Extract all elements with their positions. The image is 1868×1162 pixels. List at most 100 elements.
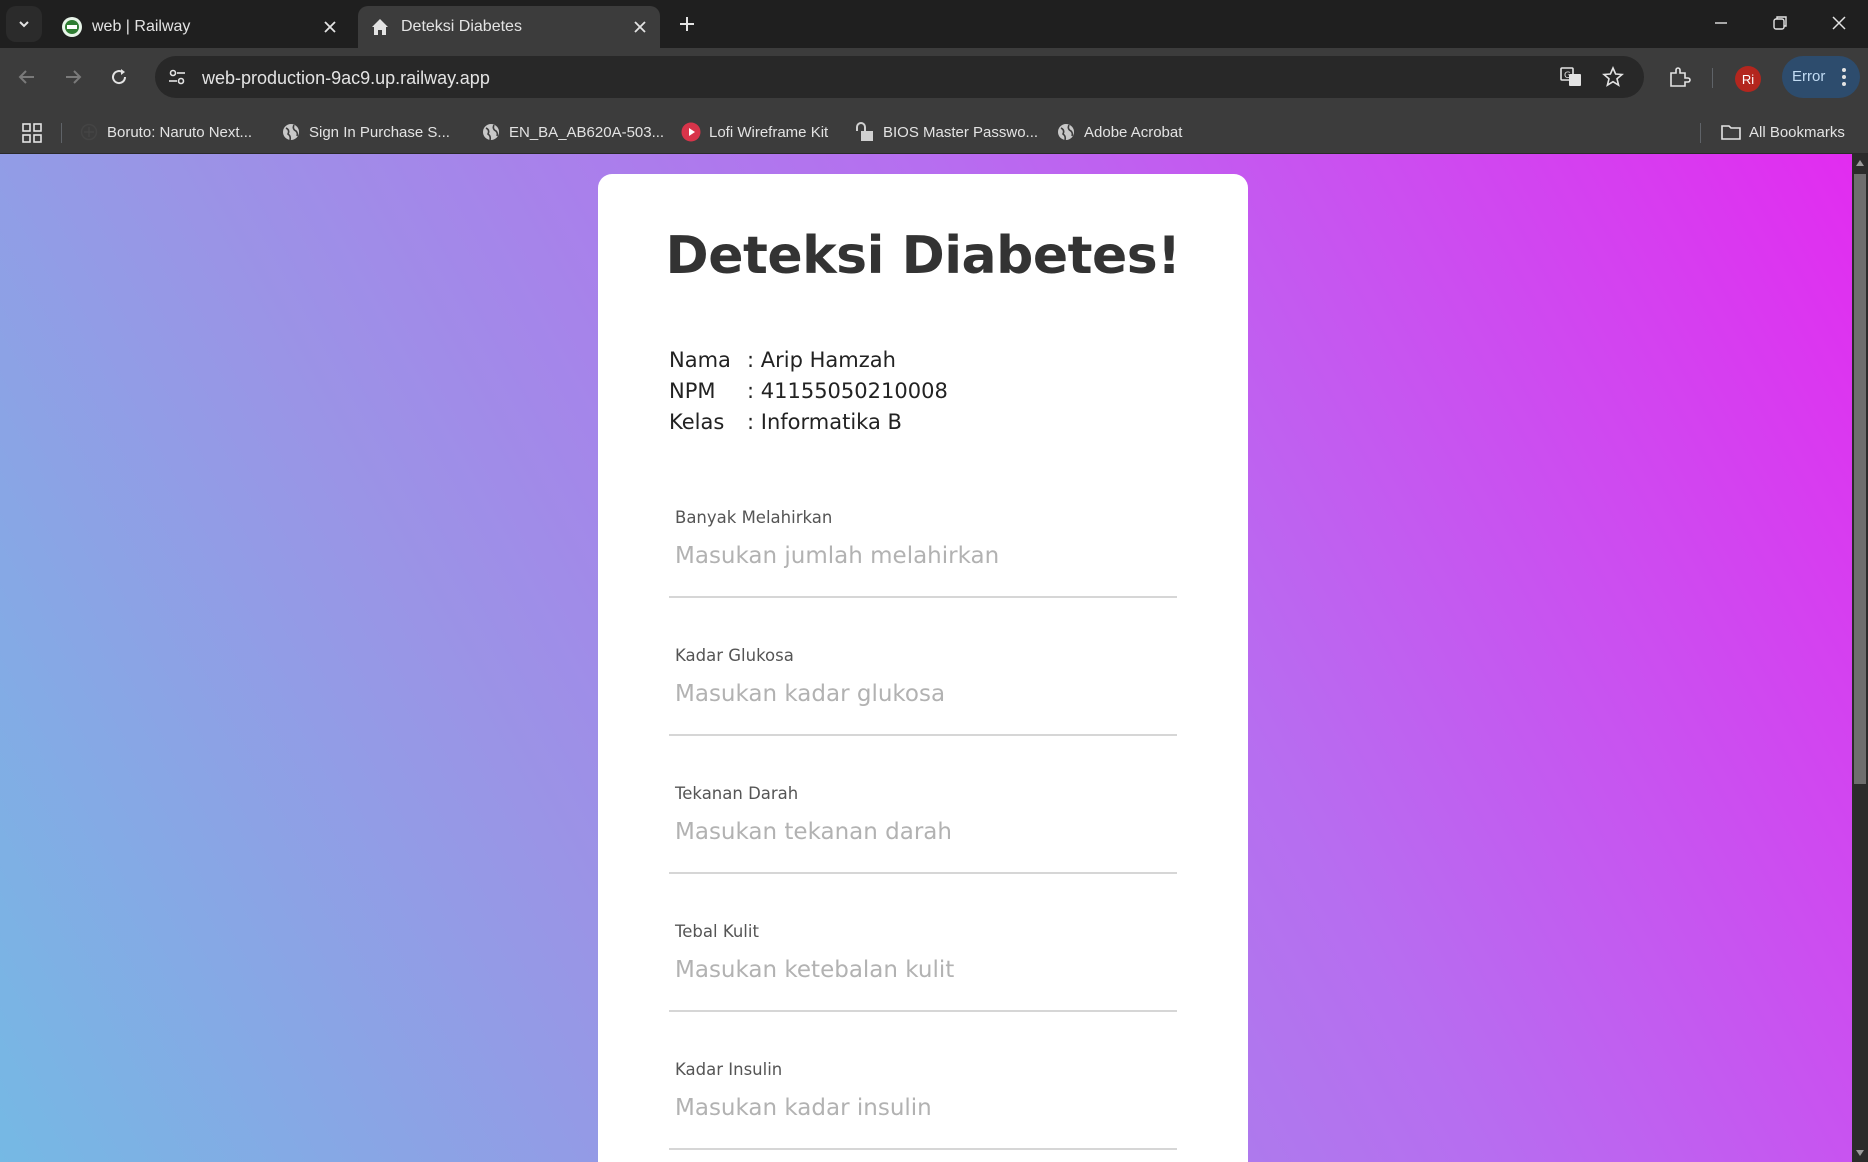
- globe-icon: [481, 122, 501, 142]
- field-tekanan-darah: Tekanan Darah: [669, 784, 1177, 922]
- back-button[interactable]: [9, 59, 45, 95]
- scrollbar-thumb[interactable]: [1854, 174, 1866, 784]
- tab-title: web | Railway: [92, 18, 191, 35]
- error-label: Error: [1792, 68, 1826, 85]
- globe-icon: [1056, 122, 1076, 142]
- field-tebal-kulit: Tebal Kulit: [669, 922, 1177, 1060]
- close-tab-icon[interactable]: [628, 15, 652, 39]
- bookmark-star-icon[interactable]: [1599, 63, 1627, 91]
- new-tab-button[interactable]: [672, 9, 702, 39]
- profile-avatar[interactable]: Ri: [1735, 66, 1761, 92]
- bookmark-label: Lofi Wireframe Kit: [709, 123, 829, 141]
- field-underline: [669, 596, 1177, 598]
- info-value: : 41155050210008: [747, 379, 948, 403]
- tab-search-button[interactable]: [6, 6, 42, 42]
- bookmark-label: Adobe Acrobat: [1084, 123, 1183, 141]
- reload-icon: [112, 69, 127, 85]
- bookmarks-bar: Boruto: Naruto Next... Sign In Purchase …: [0, 110, 1868, 154]
- minimize-button[interactable]: [1692, 0, 1750, 46]
- play-icon: [681, 122, 701, 142]
- bookmark-item[interactable]: Boruto: Naruto Next...: [79, 120, 252, 144]
- arrow-right-icon: [66, 70, 82, 84]
- close-window-button[interactable]: [1810, 0, 1868, 46]
- restore-button[interactable]: [1751, 0, 1809, 46]
- reload-button[interactable]: [101, 59, 137, 95]
- lock-icon: [855, 122, 875, 142]
- page-viewport: Deteksi Diabetes! Nama : Arip Hamzah NPM…: [0, 154, 1852, 1162]
- plus-icon: [680, 17, 694, 31]
- bookmark-item[interactable]: Adobe Acrobat: [1056, 120, 1182, 144]
- field-banyak-melahirkan: Banyak Melahirkan: [669, 508, 1177, 646]
- error-status-chip[interactable]: Error: [1782, 56, 1860, 98]
- field-kadar-insulin: Kadar Insulin: [669, 1060, 1177, 1162]
- bookmark-label: EN_BA_AB620A-503...: [509, 123, 665, 141]
- info-value: : Arip Hamzah: [747, 348, 896, 372]
- vertical-scrollbar[interactable]: [1852, 154, 1868, 1162]
- bookmark-label: Sign In Purchase S...: [309, 123, 450, 141]
- page-title: Deteksi Diabetes!: [665, 226, 1181, 286]
- globe-icon: [281, 122, 301, 142]
- info-row-nama: Nama : Arip Hamzah: [669, 348, 1069, 379]
- field-label: Tebal Kulit: [675, 922, 759, 941]
- info-key: Kelas: [669, 410, 725, 434]
- close-icon: [1832, 16, 1846, 30]
- insulin-input[interactable]: [669, 1080, 1177, 1136]
- info-value: : Informatika B: [747, 410, 902, 434]
- extensions-icon[interactable]: [1661, 59, 1697, 95]
- more-menu-icon[interactable]: [1832, 65, 1856, 89]
- all-bookmarks-button[interactable]: All Bookmarks: [1721, 120, 1845, 144]
- blood-pressure-input[interactable]: [669, 804, 1177, 860]
- bookmark-item[interactable]: Lofi Wireframe Kit: [681, 120, 828, 144]
- apps-grid-icon[interactable]: [18, 119, 46, 147]
- all-bookmarks-label: All Bookmarks: [1749, 123, 1845, 141]
- toolbar-divider: [1712, 68, 1713, 88]
- info-key: Nama: [669, 348, 731, 372]
- pregnancies-input[interactable]: [669, 528, 1177, 584]
- tune-icon: [169, 69, 185, 85]
- bookmark-label: Boruto: Naruto Next...: [107, 123, 253, 141]
- tab-railway[interactable]: web | Railway: [52, 6, 350, 48]
- url-text[interactable]: web-production-9ac9.up.railway.app: [202, 68, 490, 89]
- bookmark-label: BIOS Master Passwo...: [883, 123, 1039, 141]
- form-card: Deteksi Diabetes! Nama : Arip Hamzah NPM…: [598, 174, 1248, 1162]
- scroll-down-arrow-icon[interactable]: [1856, 1150, 1864, 1156]
- plus-circle-icon: [79, 122, 99, 142]
- bookmark-item[interactable]: BIOS Master Passwo...: [855, 120, 1038, 144]
- field-label: Tekanan Darah: [675, 784, 799, 803]
- minimize-icon: [1715, 22, 1727, 24]
- address-bar[interactable]: web-production-9ac9.up.railway.app G: [155, 56, 1644, 98]
- info-row-kelas: Kelas : Informatika B: [669, 410, 1069, 441]
- skin-thickness-input[interactable]: [669, 942, 1177, 998]
- svg-text:G: G: [1564, 71, 1571, 81]
- restore-icon: [1773, 16, 1787, 30]
- info-key: NPM: [669, 379, 716, 403]
- bookmark-item[interactable]: Sign In Purchase S...: [281, 120, 450, 144]
- field-kadar-glukosa: Kadar Glukosa: [669, 646, 1177, 784]
- close-tab-icon[interactable]: [318, 15, 342, 39]
- chevron-down-icon: [19, 21, 29, 28]
- field-label: Kadar Glukosa: [675, 646, 794, 665]
- site-info-button[interactable]: [161, 61, 193, 93]
- bookmarks-divider: [61, 123, 62, 143]
- field-underline: [669, 1010, 1177, 1012]
- bookmarks-divider: [1700, 123, 1701, 143]
- scroll-up-arrow-icon[interactable]: [1856, 160, 1864, 166]
- field-underline: [669, 734, 1177, 736]
- field-label: Kadar Insulin: [675, 1060, 783, 1079]
- field-label: Banyak Melahirkan: [675, 508, 833, 527]
- tab-title: Deteksi Diabetes: [401, 18, 522, 35]
- field-underline: [669, 1148, 1177, 1150]
- tab-deteksi-diabetes[interactable]: Deteksi Diabetes: [358, 6, 660, 48]
- tab-strip: web | Railway Deteksi Diabetes: [0, 0, 1868, 48]
- field-underline: [669, 872, 1177, 874]
- bookmark-item[interactable]: EN_BA_AB620A-503...: [481, 120, 664, 144]
- glucose-input[interactable]: [669, 666, 1177, 722]
- translate-icon[interactable]: G: [1557, 63, 1585, 91]
- forward-button[interactable]: [55, 59, 91, 95]
- home-icon: [368, 15, 392, 39]
- student-info: Nama : Arip Hamzah NPM : 41155050210008 …: [669, 348, 1069, 441]
- arrow-left-icon: [18, 70, 34, 84]
- folder-icon: [1721, 122, 1741, 142]
- railway-icon: [60, 15, 84, 39]
- info-row-npm: NPM : 41155050210008: [669, 379, 1069, 410]
